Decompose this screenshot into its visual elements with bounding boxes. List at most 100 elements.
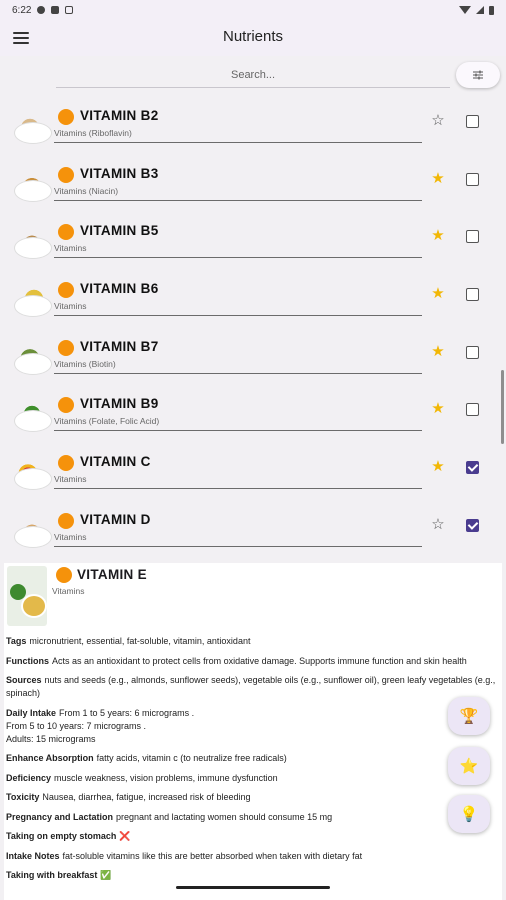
select-checkbox[interactable] — [466, 461, 479, 475]
list-item[interactable]: VITAMIN B3 Vitamins (Niacin) ★ — [0, 158, 506, 216]
food-thumbnail — [12, 454, 52, 491]
list-item[interactable]: VITAMIN D Vitamins ☆ — [0, 504, 506, 562]
detail-fact: Toxicity Nausea, diarrhea, fatigue, incre… — [6, 791, 500, 804]
divider — [54, 430, 422, 432]
nutrient-category: Vitamins — [54, 243, 87, 254]
scrollbar[interactable] — [501, 370, 504, 444]
fact-label: Enhance Absorption — [6, 753, 94, 763]
select-checkbox[interactable] — [466, 345, 479, 359]
select-checkbox[interactable] — [466, 288, 479, 302]
favorite-star-icon[interactable]: ★ — [430, 170, 446, 187]
fact-value: ❌ — [119, 831, 131, 841]
nutrient-name: VITAMIN C — [80, 454, 151, 470]
divider — [54, 199, 422, 201]
fact-value: nuts and seeds (e.g., almonds, sunflower… — [6, 675, 496, 698]
detail-fact: Functions Acts as an antioxidant to prote… — [6, 655, 500, 668]
status-time: 6:22 — [12, 4, 32, 16]
fact-label: Pregnancy and Lactation — [6, 811, 114, 822]
fact-value: fat-soluble vitamins like this are bette… — [62, 850, 363, 861]
divider — [54, 488, 422, 490]
fact-label: Sources — [6, 675, 42, 685]
favorite-star-icon[interactable]: ★ — [430, 343, 446, 360]
detail-nutrient-name: VITAMIN E — [77, 567, 147, 582]
category-dot-icon — [58, 397, 74, 414]
category-dot-icon — [58, 512, 74, 529]
home-indicator[interactable] — [176, 886, 330, 889]
food-thumbnail — [12, 396, 52, 433]
detail-facts: Tags micronutrient, essential, fat-solubl… — [6, 635, 500, 889]
food-thumbnail — [7, 566, 47, 626]
food-thumbnail — [12, 511, 52, 548]
nutrient-name: VITAMIN B9 — [80, 396, 159, 412]
select-checkbox[interactable] — [466, 518, 479, 532]
food-thumbnail — [12, 165, 52, 202]
app-bar: Nutrients — [0, 20, 506, 56]
wifi-icon — [459, 6, 471, 14]
list-item[interactable]: VITAMIN B6 Vitamins ★ — [0, 273, 506, 331]
tune-icon — [473, 70, 483, 80]
list-item[interactable]: VITAMIN B2 Vitamins (Riboflavin) ☆ — [0, 100, 506, 158]
list-item[interactable]: VITAMIN C Vitamins ★ — [0, 446, 506, 504]
list-item[interactable]: VITAMIN B5 Vitamins ★ — [0, 215, 506, 273]
tips-button[interactable]: 💡 — [448, 795, 490, 833]
list-item[interactable]: VITAMIN B9 Vitamins (Folate, Folic Acid)… — [0, 388, 506, 446]
detail-fact: Taking on empty stomach ❌ — [6, 830, 500, 843]
nutrient-category: Vitamins — [54, 301, 87, 312]
signal-icon — [476, 6, 484, 14]
favorite-star-icon[interactable]: ☆ — [430, 516, 446, 533]
favorite-star-icon[interactable]: ★ — [430, 401, 446, 417]
favorite-star-icon[interactable]: ☆ — [430, 113, 446, 129]
divider — [54, 142, 422, 143]
select-checkbox[interactable] — [466, 115, 479, 128]
trophy-icon: 🏆 — [459, 708, 479, 725]
nutrient-name: VITAMIN B5 — [80, 223, 159, 239]
list-item[interactable]: VITAMIN B7 Vitamins (Biotin) ★ — [0, 331, 506, 389]
favorite-star-icon[interactable]: ★ — [430, 286, 446, 302]
fact-value: pregnant and lactating women should cons… — [116, 811, 333, 822]
detail-fact: Pregnancy and Lactation pregnant and lact… — [6, 811, 500, 824]
food-thumbnail — [12, 108, 52, 144]
category-dot-icon — [56, 567, 72, 583]
category-dot-icon — [58, 224, 74, 241]
divider — [54, 257, 422, 259]
nutrient-detail-card: VITAMIN E Vitamins Tags micronutrient, es… — [4, 563, 502, 900]
favorites-button[interactable]: ⭐ — [448, 747, 490, 785]
vpn-icon — [37, 6, 46, 14]
divider — [54, 315, 422, 317]
detail-nutrient-category: Vitamins — [52, 586, 85, 596]
fact-label: Daily Intake — [6, 707, 57, 718]
trophy-button[interactable]: 🏆 — [448, 697, 490, 735]
nutrient-category: Vitamins — [54, 531, 87, 542]
status-bar: 6:22 — [0, 0, 506, 20]
category-dot-icon — [58, 109, 74, 125]
page-title: Nutrients — [222, 28, 284, 45]
divider — [54, 545, 422, 547]
nutrient-category: Vitamins (Folate, Folic Acid) — [54, 416, 160, 427]
nutrient-name: VITAMIN B6 — [80, 281, 159, 297]
food-thumbnail — [12, 281, 52, 318]
category-dot-icon — [58, 282, 74, 299]
food-thumbnail — [12, 223, 52, 260]
filter-button[interactable] — [456, 62, 500, 88]
category-dot-icon — [58, 455, 74, 472]
battery-icon — [489, 5, 494, 15]
favorite-star-icon[interactable]: ★ — [430, 228, 446, 244]
favorite-star-icon[interactable]: ★ — [430, 459, 446, 475]
select-checkbox[interactable] — [466, 403, 479, 417]
select-checkbox[interactable] — [466, 230, 479, 244]
fact-label: Toxicity — [6, 792, 40, 802]
detail-fact: Tags micronutrient, essential, fat-solubl… — [6, 635, 500, 648]
nutrient-name: VITAMIN B2 — [80, 108, 159, 123]
nutrient-category: Vitamins (Riboflavin) — [54, 128, 132, 138]
search-input[interactable] — [56, 62, 450, 88]
detail-fact: Deficiency muscle weakness, vision proble… — [6, 772, 500, 785]
detail-fact: Sources nuts and seeds (e.g., almonds, su… — [6, 674, 500, 700]
nutrient-name: VITAMIN D — [80, 511, 151, 527]
fact-value: micronutrient, essential, fat-soluble, v… — [29, 636, 251, 646]
nutrient-name: VITAMIN B3 — [80, 165, 159, 181]
detail-fact: Taking with breakfast ✅ — [6, 869, 500, 882]
select-checkbox[interactable] — [466, 172, 479, 186]
search-row — [0, 56, 506, 94]
category-dot-icon — [58, 166, 74, 183]
detail-fact: Enhance Absorption fatty acids, vitamin c… — [6, 752, 500, 765]
